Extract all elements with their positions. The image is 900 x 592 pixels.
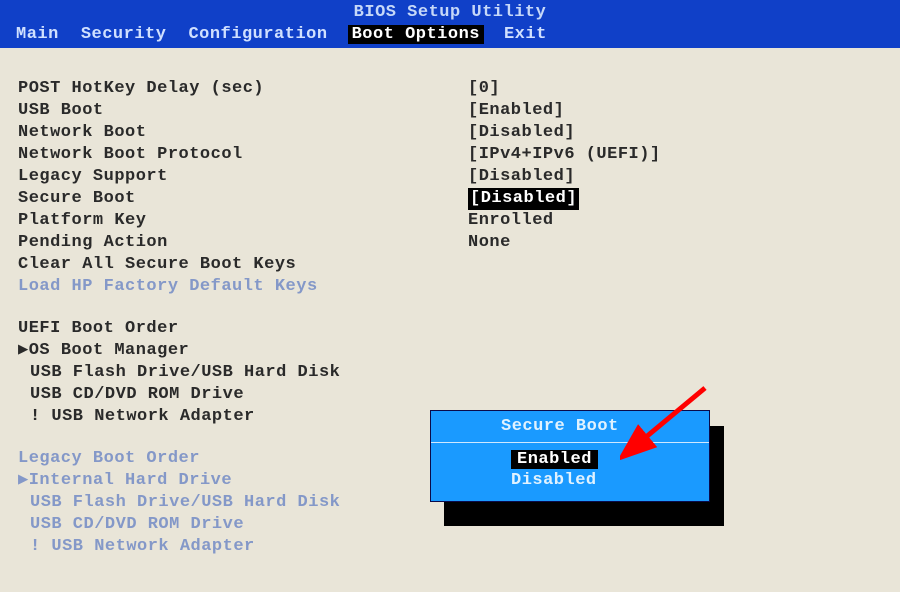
setting-network-boot-protocol[interactable]: Network Boot Protocol [IPv4+IPv6 (UEFI)] [18,144,882,166]
setting-usb-boot[interactable]: USB Boot [Enabled] [18,100,882,122]
legacy-item-usb-network: ! USB Network Adapter [18,536,882,558]
popup-option-enabled[interactable]: Enabled [431,449,709,470]
uefi-boot-order-heading: UEFI Boot Order [18,318,882,340]
setting-post-hotkey-delay[interactable]: POST HotKey Delay (sec) [0] [18,78,882,100]
setting-pending-action: Pending Action None [18,232,882,254]
boot-item-usb-flash[interactable]: USB Flash Drive/USB Hard Disk [18,362,882,384]
setting-label: Pending Action [18,232,468,254]
setting-legacy-support[interactable]: Legacy Support [Disabled] [18,166,882,188]
popup-title: Secure Boot [431,411,709,443]
setting-value: [Enabled] [468,100,564,122]
tab-configuration[interactable]: Configuration [186,25,329,44]
bios-header: BIOS Setup Utility Main Security Configu… [0,0,900,48]
setting-value: [Disabled] [468,166,575,188]
setting-secure-boot[interactable]: Secure Boot [Disabled] [18,188,882,210]
setting-clear-secure-boot-keys[interactable]: Clear All Secure Boot Keys [18,254,882,276]
setting-label: USB Boot [18,100,468,122]
setting-label: Network Boot [18,122,468,144]
tab-main[interactable]: Main [14,25,61,44]
setting-network-boot[interactable]: Network Boot [Disabled] [18,122,882,144]
setting-value: [0] [468,78,500,100]
setting-value: [Disabled] [468,122,575,144]
setting-value: None [468,232,511,254]
boot-item-os-boot-manager[interactable]: ▶OS Boot Manager [18,340,882,362]
tab-bar: Main Security Configuration Boot Options… [14,25,549,44]
setting-label: Legacy Support [18,166,468,188]
setting-value: Enrolled [468,210,554,232]
setting-label: POST HotKey Delay (sec) [18,78,468,100]
setting-label: Platform Key [18,210,468,232]
setting-value: [IPv4+IPv6 (UEFI)] [468,144,661,166]
setting-value-selected: [Disabled] [468,188,579,210]
tab-exit[interactable]: Exit [502,25,549,44]
tab-boot-options[interactable]: Boot Options [348,25,484,44]
setting-label: Secure Boot [18,188,468,210]
setting-label: Clear All Secure Boot Keys [18,254,468,276]
setting-label: Load HP Factory Default Keys [18,276,468,298]
tab-security[interactable]: Security [79,25,169,44]
setting-platform-key: Platform Key Enrolled [18,210,882,232]
boot-item-usb-cd-dvd[interactable]: USB CD/DVD ROM Drive [18,384,882,406]
setting-label: Network Boot Protocol [18,144,468,166]
setting-load-hp-default-keys: Load HP Factory Default Keys [18,276,882,298]
utility-title: BIOS Setup Utility [0,3,900,22]
secure-boot-popup: Secure Boot Enabled Disabled [430,410,710,502]
popup-option-disabled[interactable]: Disabled [431,470,709,491]
